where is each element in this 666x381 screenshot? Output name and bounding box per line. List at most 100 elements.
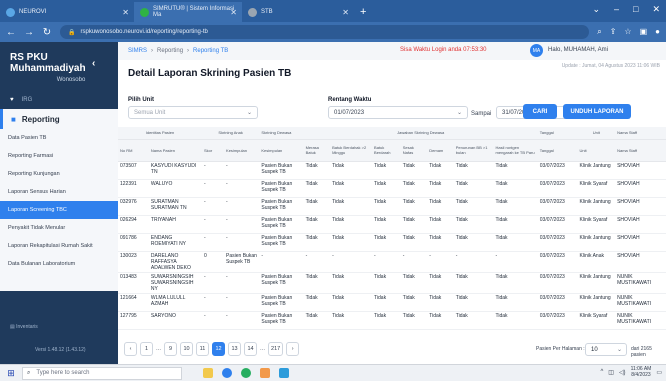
browser-tab-neurovi[interactable]: NEUROVI ✕: [0, 2, 134, 22]
prev-page-icon[interactable]: ‹: [124, 342, 137, 356]
page-button[interactable]: 10: [180, 342, 194, 356]
table-row[interactable]: 026294 TRIYANAH - - Pasien Bukan Suspek TB Ti…: [118, 215, 666, 234]
breadcrumb-separator: ›: [187, 48, 190, 54]
minimize-icon[interactable]: –: [614, 4, 619, 15]
table-cell: 03/07/2023: [537, 311, 578, 330]
table-row[interactable]: 127795 SARYONO - - Pasien Bukan Suspek TB Tid…: [118, 311, 666, 330]
search-button[interactable]: CARI: [523, 104, 557, 119]
chrome-profile-icon[interactable]: [241, 368, 251, 378]
page-button[interactable]: 11: [196, 342, 210, 356]
close-window-icon[interactable]: ✕: [652, 4, 660, 15]
table-cell: -: [303, 251, 331, 273]
table-cell: Tidak: [330, 179, 373, 198]
reporting-section-header[interactable]: ■ Reporting: [0, 109, 118, 129]
table-cell: 121664: [118, 293, 149, 312]
table-cell: SUWARSNINGSIH SUWARSNINGSIH NY: [148, 272, 202, 294]
page-button[interactable]: 14: [244, 342, 258, 356]
reload-icon[interactable]: ↻: [42, 27, 52, 38]
tray-arrow-icon[interactable]: ^: [600, 369, 603, 375]
app-icon-2[interactable]: [279, 368, 289, 378]
window-controls: ⌄ – □ ✕: [592, 4, 660, 15]
table-row[interactable]: 130023 DARELANO RAFFASYA ADALWEN DEKO 0 Pas…: [118, 251, 666, 273]
table-row[interactable]: 073507 KASYUDI KASYUDI TN - - Pasien Bukan S…: [118, 161, 666, 180]
per-page-select[interactable]: 10 ⌄: [585, 343, 627, 356]
table-cell: Tidak: [453, 215, 494, 234]
bookmark-star-icon[interactable]: ☆: [624, 27, 631, 37]
taskbar-search[interactable]: ⌕ Type here to search: [22, 366, 182, 380]
table-cell: Tidak: [493, 233, 538, 252]
table-cell: SURATMAN SURATMAN TN: [148, 197, 202, 216]
volume-icon[interactable]: ◁): [619, 369, 626, 376]
windows-start-icon[interactable]: ⊞: [4, 368, 18, 379]
page-button[interactable]: 13: [228, 342, 242, 356]
table-cell: Tidak: [303, 197, 331, 216]
back-icon[interactable]: ←: [6, 27, 16, 38]
pagination-ellipsis: ...: [156, 346, 162, 352]
close-tab-icon[interactable]: ✕: [342, 8, 349, 17]
table-cell: Tidak: [372, 179, 401, 198]
collapse-sidebar-icon[interactable]: ‹: [92, 58, 95, 69]
table-cell: 127795: [118, 311, 149, 330]
table-row[interactable]: 032976 SURATMAN SURATMAN TN - - Pasien Bukan…: [118, 197, 666, 216]
sidebar-item-inventaris[interactable]: ▤ Inventaris: [10, 324, 38, 330]
avatar[interactable]: MA: [530, 44, 543, 57]
page-button[interactable]: 9: [164, 342, 178, 356]
close-tab-icon[interactable]: ✕: [230, 8, 237, 17]
table-cell: SARYONO: [148, 311, 202, 330]
url-field[interactable]: 🔒 rspkuwonosobo.neurovi.id/reporting/rep…: [60, 25, 590, 39]
pagination: ‹ 1... 9 10 11 12 13 14... 217 ›: [124, 342, 300, 356]
browser-tab-simrutu[interactable]: SIMRUTU® | Sistem Informasi Ma ✕: [134, 2, 242, 22]
sidebar-item-laporan-sensus-harian[interactable]: Laporan Sensus Harian: [0, 183, 118, 201]
unit-select[interactable]: Semua Unit ⌄: [128, 106, 258, 119]
sidebar-item-data-bulanan-lab[interactable]: Data Bulanan Laboratorium: [0, 255, 118, 273]
forward-icon[interactable]: →: [24, 27, 34, 38]
table-row[interactable]: 122391 WALUYO - - Pasien Bukan Suspek TB Tida…: [118, 179, 666, 198]
sidebar-item-reporting-kunjungan[interactable]: Reporting Kunjungan: [0, 165, 118, 183]
table-cell: Tidak: [493, 311, 538, 330]
share-icon[interactable]: ⇪: [610, 27, 617, 37]
table-row[interactable]: 121664 WLMA LULULL AZMAH - - Pasien Bukan Su…: [118, 293, 666, 312]
next-page-icon[interactable]: ›: [286, 342, 300, 356]
sidebar: RS PKU Muhammadiyah Wonosobo ‹ ♥ IRG ■ R…: [0, 42, 118, 364]
main-content: Update : Jumat, 04 Agustus 2023 11:06 WI…: [118, 60, 666, 364]
table-cell: Tidak: [453, 272, 494, 294]
table-cell: -: [224, 293, 260, 312]
new-tab-icon[interactable]: +: [354, 6, 372, 22]
breadcrumb-reporting[interactable]: Reporting: [157, 48, 183, 54]
notification-icon[interactable]: ▭: [656, 369, 662, 376]
tab-search-icon[interactable]: ⌄: [592, 4, 600, 15]
file-explorer-icon[interactable]: [203, 368, 213, 378]
table-cell: Tidak: [330, 233, 373, 252]
date-from-select[interactable]: 01/07/2023 ⌄: [328, 106, 468, 119]
table-column-header-row: No RM Nama Pasien Skor Kesimpulan Kesimpulan…: [118, 139, 666, 162]
sidebar-item-penyakit-tidak-menular[interactable]: Penyakit Tidak Menular: [0, 219, 118, 237]
group-header-nama-staff: Nama Staff: [615, 127, 666, 140]
table-cell: 0: [201, 251, 225, 273]
maximize-icon[interactable]: □: [633, 4, 638, 15]
sidebar-item-laporan-screening-tbc[interactable]: Laporan Screening TBC: [0, 201, 118, 219]
sidebar-item-reporting-farmasi[interactable]: Reporting Farmasi: [0, 147, 118, 165]
table-row[interactable]: 091786 ENDANG ROEMIYATI NY - - Pasien Bukan …: [118, 233, 666, 252]
breadcrumb-simrs[interactable]: SIMRS: [128, 48, 147, 54]
user-greeting[interactable]: Halo, MUHAMAH, Ami: [548, 47, 608, 53]
table-row[interactable]: 013483 SUWARSNINGSIH SUWARSNINGSIH NY - - Pa…: [118, 272, 666, 294]
sidebar-item-laporan-rekapitulasi[interactable]: Laporan Rekapitulasi Rumah Sakit: [0, 237, 118, 255]
table-cell: Tidak: [453, 161, 494, 180]
chrome-icon[interactable]: [222, 368, 232, 378]
table-cell: Tidak: [400, 272, 428, 294]
column-header: Kesimpulan: [259, 139, 304, 162]
page-button[interactable]: 12: [212, 342, 226, 356]
page-button[interactable]: 1: [140, 342, 153, 356]
network-icon[interactable]: ◫: [608, 369, 614, 376]
table-cell: Tidak: [493, 161, 538, 180]
zoom-icon[interactable]: ⌕: [597, 27, 601, 37]
download-report-button[interactable]: UNDUH LAPORAN: [563, 104, 631, 119]
app-icon[interactable]: [260, 368, 270, 378]
page-button[interactable]: 217: [268, 342, 284, 356]
browser-tab-stb[interactable]: STB ✕: [242, 2, 354, 22]
sidepanel-icon[interactable]: ▣: [640, 27, 648, 37]
sidebar-item-data-pasien-tb[interactable]: Data Pasien TB: [0, 129, 118, 147]
close-tab-icon[interactable]: ✕: [122, 8, 129, 17]
profile-icon[interactable]: ●: [655, 27, 660, 37]
clock[interactable]: 11:06 AM 8/4/2023: [631, 366, 652, 378]
